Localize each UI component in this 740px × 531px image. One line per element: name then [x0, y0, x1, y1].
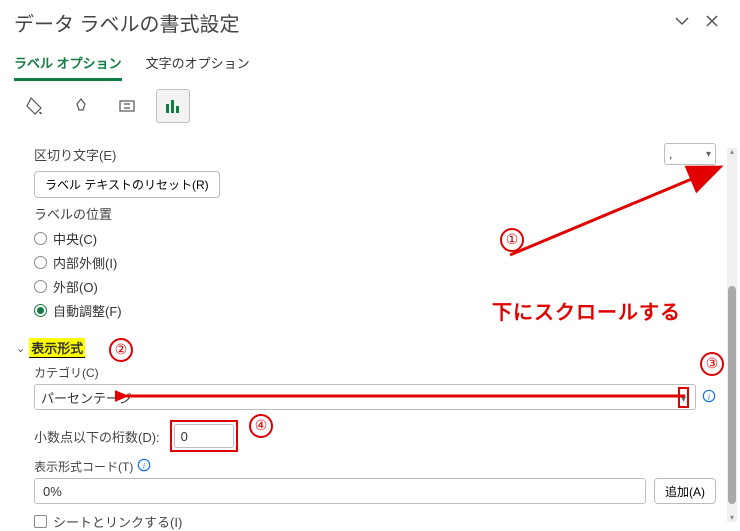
- tab-text-options[interactable]: 文字のオプション: [146, 47, 250, 81]
- category-value: パーセンテージ: [41, 388, 132, 407]
- separator-value: ,: [669, 147, 672, 161]
- section-chevron-icon[interactable]: ⌄: [16, 342, 25, 355]
- category-label: カテゴリ(C): [34, 364, 716, 381]
- format-code-label: 表示形式コード(T) i: [34, 458, 716, 475]
- svg-text:i: i: [708, 391, 711, 401]
- close-icon[interactable]: [704, 13, 720, 32]
- fill-line-icon[interactable]: [18, 89, 52, 123]
- radio-center[interactable]: 中央(C): [34, 229, 716, 248]
- decimals-input[interactable]: 0: [174, 424, 234, 448]
- size-properties-icon[interactable]: [110, 89, 144, 123]
- separator-select[interactable]: , ▾: [664, 143, 716, 165]
- scrollbar-thumb[interactable]: [728, 286, 736, 504]
- info-icon[interactable]: i: [702, 389, 716, 406]
- vertical-scrollbar[interactable]: ▴ ▾: [727, 148, 737, 522]
- chevron-down-icon: ▾: [706, 149, 711, 160]
- radio-outside[interactable]: 外部(O): [34, 277, 716, 296]
- radio-best-fit[interactable]: 自動調整(F): [34, 301, 716, 320]
- scroll-down-icon[interactable]: ▾: [727, 514, 737, 522]
- number-format-section-title[interactable]: 表示形式: [29, 338, 85, 358]
- reset-label-text-button[interactable]: ラベル テキストのリセット(R): [34, 171, 220, 198]
- chevron-down-icon: ▾: [681, 394, 686, 405]
- effects-icon[interactable]: [64, 89, 98, 123]
- decimals-label: 小数点以下の桁数(D):: [34, 427, 160, 446]
- separator-label: 区切り文字(E): [34, 145, 116, 164]
- info-icon[interactable]: i: [137, 458, 151, 475]
- panel-title: データ ラベルの書式設定: [14, 8, 240, 37]
- scroll-up-icon[interactable]: ▴: [727, 148, 737, 156]
- tab-label-options[interactable]: ラベル オプション: [14, 47, 122, 81]
- label-options-icon[interactable]: [156, 89, 190, 123]
- category-dropdown[interactable]: パーセンテージ ▾: [34, 384, 696, 410]
- label-position-heading: ラベルの位置: [34, 204, 112, 223]
- collapse-icon[interactable]: [674, 13, 690, 32]
- link-to-source-checkbox[interactable]: [34, 515, 47, 528]
- link-to-source-label: シートとリンクする(I): [53, 512, 182, 531]
- svg-text:i: i: [143, 461, 146, 471]
- add-format-button[interactable]: 追加(A): [654, 478, 716, 504]
- format-code-input[interactable]: 0%: [34, 478, 646, 504]
- radio-inside-end[interactable]: 内部外側(I): [34, 253, 716, 272]
